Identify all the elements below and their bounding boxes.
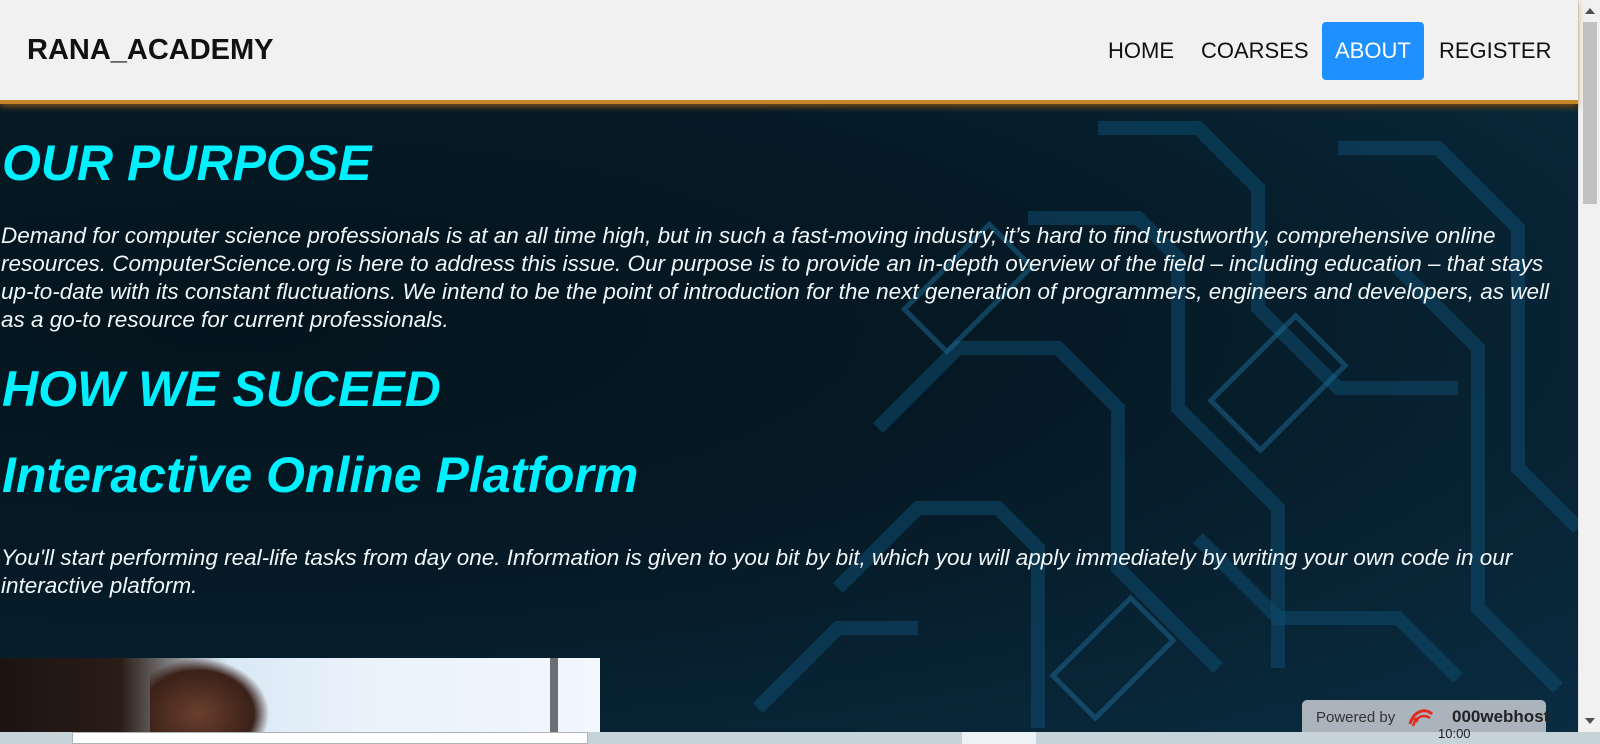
webhost-logo-icon xyxy=(1408,709,1434,727)
scroll-down-arrow-icon[interactable] xyxy=(1585,718,1595,724)
scrollbar-thumb[interactable] xyxy=(1583,22,1597,204)
photo-frame-detail xyxy=(550,658,558,732)
navbar: RANA_ACADEMY HOME COARSES ABOUT REGISTER xyxy=(0,0,1578,104)
taskbar-box[interactable] xyxy=(962,732,1036,744)
how-we-succeed-heading: HOW WE SUCEED xyxy=(2,361,441,417)
platform-photo xyxy=(0,658,600,732)
taskbar-clock: 10:00 xyxy=(1438,726,1471,741)
our-purpose-text: Demand for computer science professional… xyxy=(1,223,1549,332)
webhost-brand-name: 000webhost xyxy=(1452,707,1550,726)
page-scrollbar[interactable] xyxy=(1578,0,1600,732)
nav-home[interactable]: HOME xyxy=(1095,22,1187,80)
hero-section: OUR PURPOSE Demand for computer science … xyxy=(0,108,1578,732)
powered-by-label: Powered by xyxy=(1316,709,1396,726)
taskbar-strip: 10:00 xyxy=(0,726,1600,744)
interactive-platform-heading: Interactive Online Platform xyxy=(2,447,639,503)
person-image-detail xyxy=(150,658,270,732)
interactive-platform-text: You'll start performing real-life tasks … xyxy=(1,545,1513,598)
taskbar-input-box[interactable] xyxy=(72,732,588,744)
our-purpose-heading: OUR PURPOSE xyxy=(2,135,372,191)
nav-about[interactable]: ABOUT xyxy=(1322,22,1424,80)
hosting-badge[interactable]: Powered by 000webhost xyxy=(1302,700,1550,734)
nav-register[interactable]: REGISTER xyxy=(1426,22,1564,80)
circuit-background-graphic xyxy=(753,121,1578,728)
nav-courses[interactable]: COARSES xyxy=(1188,22,1322,80)
scroll-up-arrow-icon[interactable] xyxy=(1585,8,1595,14)
site-brand[interactable]: RANA_ACADEMY xyxy=(27,34,274,67)
